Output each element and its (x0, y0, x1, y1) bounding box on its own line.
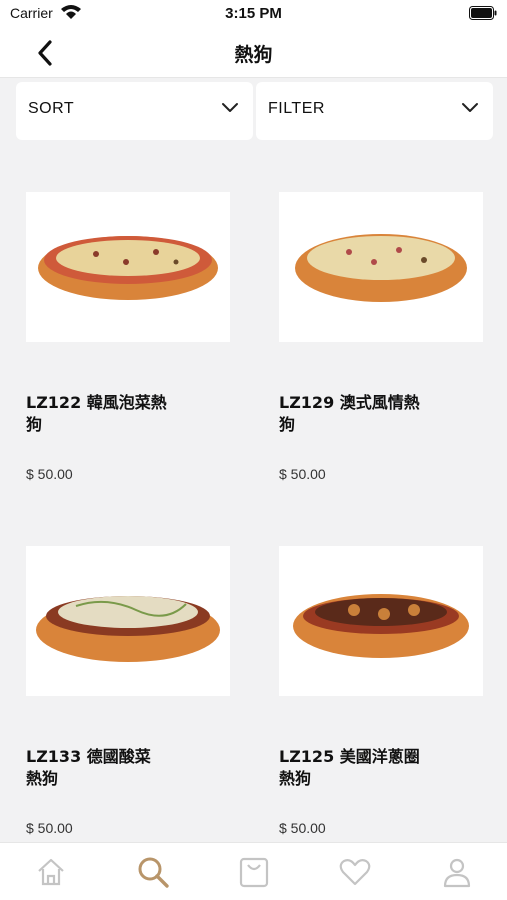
product-name: LZ125 美國洋蔥圈 熱狗 (279, 747, 420, 788)
search-icon[interactable] (136, 855, 170, 889)
navigation-bar: 熱狗 (0, 28, 507, 78)
product-name: LZ122 韓風泡菜熱 狗 (26, 393, 167, 434)
product-card[interactable]: LZ129 澳式風情熱 狗 $ 50.00 (279, 192, 489, 492)
shopping-bag-icon[interactable] (237, 855, 271, 889)
sort-label: SORT (28, 100, 75, 117)
product-card[interactable]: LZ125 美國洋蔥圈 熱狗 $ 50.00 (279, 546, 489, 846)
heart-icon[interactable] (338, 855, 372, 889)
product-card[interactable]: LZ122 韓風泡菜熱 狗 $ 50.00 (26, 192, 236, 492)
home-icon[interactable] (34, 855, 68, 889)
tab-bar (0, 842, 507, 900)
status-time: 3:15 PM (225, 5, 282, 22)
battery-icon (469, 6, 497, 20)
product-price: $ 50.00 (279, 466, 326, 482)
product-card[interactable]: LZ133 德國酸菜 熱狗 $ 50.00 (26, 546, 236, 846)
sort-filter-bar: SORT FILTER (16, 82, 493, 140)
sort-button[interactable]: SORT (16, 82, 253, 140)
profile-icon[interactable] (440, 855, 474, 889)
product-price: $ 50.00 (26, 466, 73, 482)
product-image (279, 546, 483, 696)
product-price: $ 50.00 (279, 820, 326, 836)
product-name: LZ129 澳式風情熱 狗 (279, 393, 420, 434)
product-price: $ 50.00 (26, 820, 73, 836)
product-image (279, 192, 483, 342)
chevron-down-icon (222, 103, 238, 112)
product-image (26, 192, 230, 342)
product-name: LZ133 德國酸菜 熱狗 (26, 747, 151, 788)
chevron-down-icon (462, 103, 478, 112)
product-image (26, 546, 230, 696)
filter-button[interactable]: FILTER (256, 82, 493, 140)
page-title: 熱狗 (234, 44, 273, 66)
filter-label: FILTER (268, 100, 325, 117)
status-bar: Carrier 3:15 PM (0, 0, 507, 28)
